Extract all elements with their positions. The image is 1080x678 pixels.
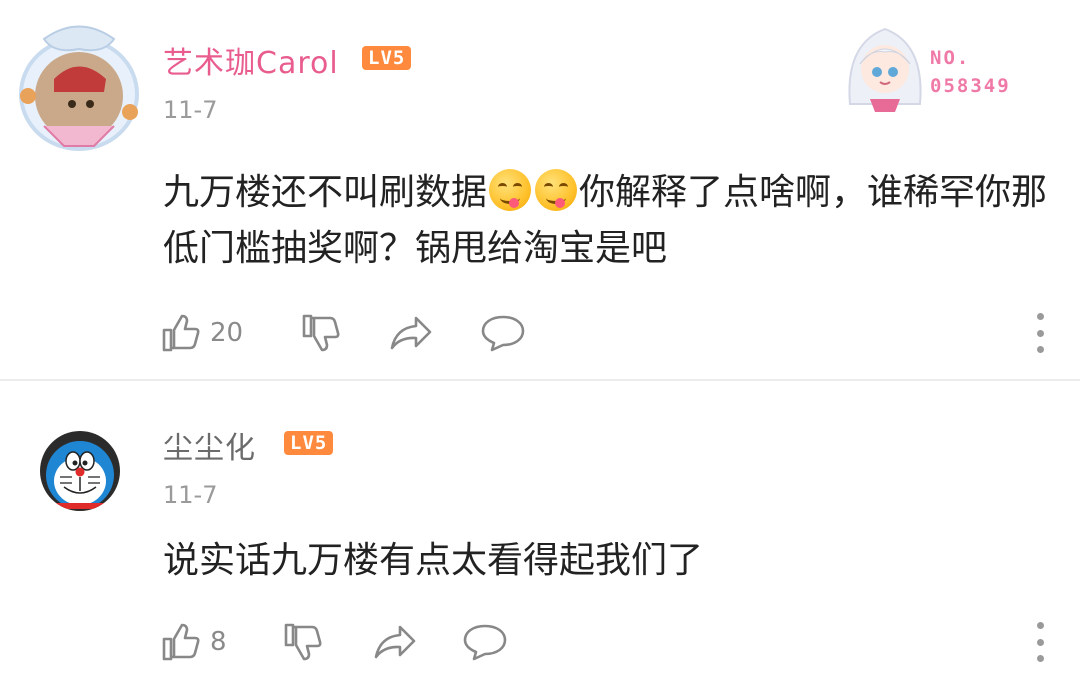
comment-icon: [463, 624, 507, 661]
doraemon-avatar-icon: [40, 431, 120, 511]
comment-date: 11-7: [163, 481, 218, 509]
like-button[interactable]: 8: [160, 620, 227, 664]
anime-girl-badge-icon: [848, 27, 922, 112]
comment-icon: [481, 315, 525, 352]
share-button[interactable]: [372, 620, 418, 664]
username[interactable]: 尘尘化: [163, 423, 256, 467]
dislike-button[interactable]: [300, 311, 342, 355]
thumbs-up-icon: [162, 314, 200, 352]
like-button[interactable]: 20: [160, 311, 243, 355]
dislike-button[interactable]: [282, 620, 324, 664]
reply-button[interactable]: [462, 620, 508, 664]
comment-date: 11-7: [163, 96, 218, 124]
share-icon: [374, 625, 416, 659]
thumbs-down-icon: [302, 314, 340, 352]
fan-badge[interactable]: NO. 058349: [840, 14, 1040, 114]
like-count: 8: [210, 627, 227, 657]
like-count: 20: [210, 318, 244, 348]
avatar[interactable]: [40, 431, 120, 511]
level-badge: LV5: [362, 46, 412, 70]
yum-face-emoji: [535, 169, 578, 211]
yum-face-emoji: [489, 169, 532, 211]
thumbs-down-icon: [284, 623, 322, 661]
comment-item: 艺术珈Carol LV5 11-7 NO. 058349 九万楼还不叫刷数据 你解…: [0, 0, 1080, 380]
more-vertical-icon[interactable]: [1030, 622, 1050, 662]
thumbs-up-icon: [162, 623, 200, 661]
share-icon: [390, 316, 432, 350]
avatar-frame-icon: [19, 25, 139, 151]
level-badge: LV5: [284, 431, 334, 455]
reply-button[interactable]: [480, 311, 526, 355]
badge-number: NO. 058349: [930, 47, 1011, 97]
more-vertical-icon[interactable]: [1030, 313, 1050, 353]
comment-text: 九万楼还不叫刷数据 你解释了点啥啊，谁稀罕你那低门槛抽奖啊？锅甩给淘宝是吧: [163, 165, 1063, 277]
comment-text: 说实话九万楼有点太看得起我们了: [163, 540, 704, 581]
share-button[interactable]: [388, 311, 434, 355]
comment-item: 尘尘化 LV5 11-7 说实话九万楼有点太看得起我们了 8: [0, 381, 1080, 678]
avatar[interactable]: [14, 14, 144, 154]
username[interactable]: 艺术珈Carol: [163, 38, 339, 82]
